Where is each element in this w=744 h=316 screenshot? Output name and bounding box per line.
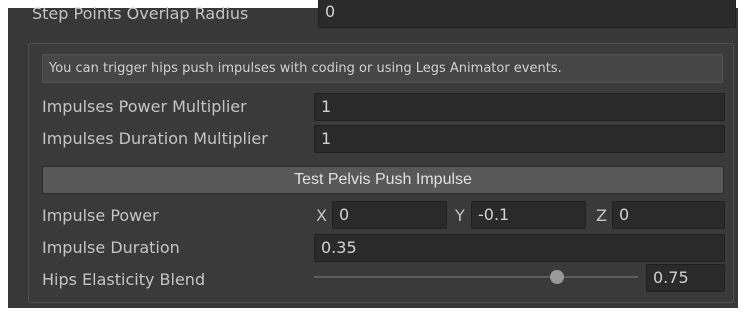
impulse-duration-label: Impulse Duration [42, 238, 180, 257]
impulse-power-y-field[interactable]: -0.1 [471, 201, 586, 229]
test-pelvis-push-impulse-button[interactable]: Test Pelvis Push Impulse [42, 166, 724, 194]
step-points-overlap-radius-field[interactable]: 0 [318, 0, 736, 28]
impulse-power-x-label[interactable]: X [316, 206, 327, 226]
impulse-power-x-field[interactable]: 0 [332, 201, 447, 229]
hips-elasticity-blend-label: Hips Elasticity Blend [42, 270, 206, 289]
impulse-power-y-label[interactable]: Y [455, 206, 465, 226]
impulses-duration-multiplier-label: Impulses Duration Multiplier [42, 129, 268, 148]
impulse-power-z-field[interactable]: 0 [612, 201, 725, 229]
impulse-power-label: Impulse Power [42, 206, 159, 225]
hips-elasticity-slider-track[interactable] [314, 276, 638, 278]
step-points-overlap-radius-label: Step Points Overlap Radius [32, 4, 249, 23]
hips-elasticity-blend-field[interactable]: 0.75 [646, 264, 725, 292]
impulse-power-z-label[interactable]: Z [596, 206, 607, 226]
hips-elasticity-slider-thumb[interactable] [550, 270, 564, 284]
impulses-power-multiplier-field[interactable]: 1 [314, 93, 725, 121]
impulses-power-multiplier-label: Impulses Power Multiplier [42, 97, 247, 116]
impulse-duration-field[interactable]: 0.35 [314, 234, 725, 262]
impulses-duration-multiplier-field[interactable]: 1 [314, 125, 725, 153]
info-box: You can trigger hips push impulses with … [42, 54, 723, 83]
